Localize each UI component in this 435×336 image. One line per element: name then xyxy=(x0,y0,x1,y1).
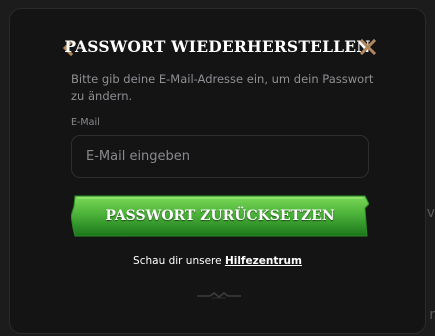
help-center-link[interactable]: Hilfezentrum xyxy=(225,255,302,267)
background-text-fragment: r xyxy=(429,307,435,323)
close-button[interactable] xyxy=(359,38,377,56)
help-line: Schau dir unsere Hilfezentrum xyxy=(10,255,425,267)
email-field[interactable] xyxy=(71,135,369,178)
modal-description: Bitte gib deine E-Mail-Adresse ein, um d… xyxy=(71,72,374,103)
password-reset-modal: PASSWORT WIEDERHERSTELLEN Bitte gib dein… xyxy=(9,8,426,334)
reset-password-button[interactable]: PASSWORT ZURÜCKSETZEN xyxy=(71,192,369,240)
background-text-fragment: v xyxy=(426,205,435,221)
ornament-divider-icon xyxy=(197,291,241,299)
email-field-label: E-Mail xyxy=(71,117,100,128)
help-text: Schau dir unsere xyxy=(133,255,222,267)
modal-header: PASSWORT WIEDERHERSTELLEN xyxy=(10,35,425,59)
close-icon xyxy=(359,38,377,56)
reset-password-button-label: PASSWORT ZURÜCKSETZEN xyxy=(105,208,335,224)
